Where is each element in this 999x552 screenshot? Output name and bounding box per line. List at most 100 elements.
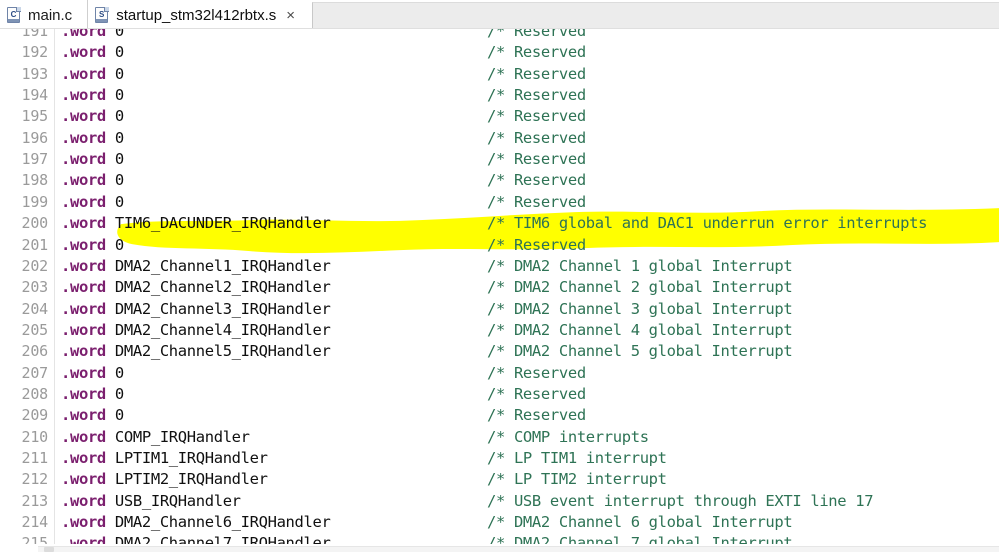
code-comment: /* DMA2 Channel 1 global Interrupt [487, 256, 793, 275]
assembler-directive: .word [61, 427, 106, 446]
code-comment: /* Reserved [487, 64, 586, 83]
code-comment: /* Reserved [487, 363, 586, 382]
code-comment: /* Reserved [487, 235, 586, 254]
editor-text-area[interactable]: 191 .word 0 /* Reserved 192 .word 0 /* Reserv… [0, 29, 999, 547]
code-text: .word TIM6_DACUNDER_IRQHandler [61, 213, 331, 234]
close-icon[interactable]: × [286, 8, 295, 23]
code-line[interactable]: 191 .word 0 /* Reserved [0, 29, 999, 42]
assembler-directive: .word [61, 86, 106, 105]
code-comment: /* Reserved [487, 150, 586, 169]
code-comment: /* Reserved [487, 107, 586, 126]
code-comment: /* LP TIM1 interrupt [487, 449, 667, 467]
line-number: 214 [21, 513, 49, 532]
code-comment: /* Reserved [487, 29, 586, 40]
code-line[interactable]: 212 .word LPTIM2_IRQHandler /* LP TIM2 int… [0, 469, 999, 490]
line-number: 208 [21, 384, 49, 403]
code-line[interactable]: 214 .word DMA2_Channel6_IRQHandler /* DMA2… [0, 512, 999, 533]
assembler-directive: .word [61, 235, 106, 254]
literal-value: 0 [114, 406, 124, 425]
assembler-directive: .word [61, 299, 106, 318]
handler-identifier: DMA2_Channel1_IRQHandler [114, 256, 331, 275]
code-line[interactable]: 197 .word 0 /* Reserved [0, 149, 999, 170]
code-text: .word DMA2_Channel2_IRQHandler [61, 277, 331, 298]
code-line[interactable]: 193 .word 0 /* Reserved [0, 64, 999, 85]
assembler-directive: .word [61, 171, 106, 190]
assembler-directive: .word [61, 150, 106, 169]
line-number: 195 [21, 107, 49, 126]
horizontal-scrollbar-track[interactable] [38, 546, 999, 552]
code-text: .word 0 [61, 235, 124, 256]
code-comment: /* LP TIM2 interrupt [487, 470, 667, 489]
tab-startup-stm32l412rbtx-s[interactable]: S startup_stm32l412rbtx.s × [88, 1, 304, 29]
code-comment: /* Reserved [487, 406, 586, 425]
handler-identifier: DMA2_Channel5_IRQHandler [114, 342, 331, 361]
code-comment: /* DMA2 Channel 5 global Interrupt [487, 342, 793, 361]
code-comment: /* Reserved [487, 192, 586, 211]
tab-separator [87, 0, 88, 28]
code-line[interactable]: 210 .word COMP_IRQHandler /* COMP interrup… [0, 427, 999, 448]
assembler-directive: .word [61, 384, 106, 403]
literal-value: 0 [114, 107, 124, 126]
code-line[interactable]: 194 .word 0 /* Reserved [0, 85, 999, 106]
code-line[interactable]: 195 .word 0 /* Reserved [0, 106, 999, 127]
code-line[interactable]: 192 .word 0 /* Reserved [0, 42, 999, 63]
line-number: 211 [21, 449, 49, 467]
line-number: 204 [21, 299, 49, 318]
code-line[interactable]: 201 .word 0 /* Reserved [0, 235, 999, 256]
code-line[interactable]: 205 .word DMA2_Channel4_IRQHandler /* DMA2… [0, 320, 999, 341]
code-text: .word 0 [61, 192, 124, 213]
horizontal-scrollbar-thumb[interactable] [44, 547, 54, 552]
code-line[interactable]: 198 .word 0 /* Reserved [0, 170, 999, 191]
assembler-directive: .word [61, 342, 106, 361]
code-text: .word 0 [61, 149, 124, 170]
code-line[interactable]: 203 .word DMA2_Channel2_IRQHandler /* DMA2… [0, 277, 999, 298]
file-icon-glyph: S [99, 10, 105, 19]
code-comment: /* DMA2 Channel 2 global Interrupt [487, 278, 793, 297]
line-number: 197 [21, 150, 49, 169]
code-text: .word DMA2_Channel1_IRQHandler [61, 256, 331, 277]
code-line[interactable]: 211 .word LPTIM1_IRQHandler /* LP TIM1 int… [0, 448, 999, 469]
tab-main-c[interactable]: C main.c [0, 1, 81, 29]
code-text: .word LPTIM2_IRQHandler [61, 469, 268, 490]
line-number: 198 [21, 171, 49, 190]
editor-bottom-edge [0, 544, 999, 552]
assembler-directive: .word [61, 491, 106, 510]
assembler-directive: .word [61, 192, 106, 211]
code-text: .word 0 [61, 42, 124, 63]
assembler-directive: .word [61, 406, 106, 425]
code-line[interactable]: 199 .word 0 /* Reserved [0, 192, 999, 213]
assembler-directive: .word [61, 470, 106, 489]
code-text: .word USB_IRQHandler [61, 491, 241, 512]
file-icon-glyph: C [10, 10, 17, 19]
code-text: .word 0 [61, 128, 124, 149]
line-number: 213 [21, 491, 49, 510]
code-line[interactable]: 208 .word 0 /* Reserved [0, 384, 999, 405]
literal-value: 0 [114, 128, 124, 147]
code-line[interactable]: 202 .word DMA2_Channel1_IRQHandler /* DMA2… [0, 256, 999, 277]
code-line[interactable]: 204 .word DMA2_Channel3_IRQHandler /* DMA2… [0, 299, 999, 320]
assembler-directive: .word [61, 278, 106, 297]
line-number: 201 [21, 235, 49, 254]
literal-value: 0 [114, 171, 124, 190]
code-line[interactable]: 200 .word TIM6_DACUNDER_IRQHandler /* TIM6… [0, 213, 999, 234]
code-text: .word 0 [61, 405, 124, 426]
assembler-directive: .word [61, 29, 106, 40]
c-source-file-icon: C [7, 7, 22, 23]
code-line[interactable]: 213 .word USB_IRQHandler /* USB event inte… [0, 491, 999, 512]
handler-identifier: TIM6_DACUNDER_IRQHandler [114, 214, 331, 233]
code-comment: /* DMA2 Channel 6 global Interrupt [487, 513, 793, 532]
code-comment: /* Reserved [487, 384, 586, 403]
assembly-source-file-icon: S [95, 7, 110, 23]
code-line[interactable]: 207 .word 0 /* Reserved [0, 363, 999, 384]
code-text: .word DMA2_Channel3_IRQHandler [61, 299, 331, 320]
code-line[interactable]: 209 .word 0 /* Reserved [0, 405, 999, 426]
code-line[interactable]: 196 .word 0 /* Reserved [0, 128, 999, 149]
assembler-directive: .word [61, 64, 106, 83]
assembler-directive: .word [61, 513, 106, 532]
code-line[interactable]: 206 .word DMA2_Channel5_IRQHandler /* DMA2… [0, 341, 999, 362]
line-number: 194 [21, 86, 49, 105]
assembler-directive: .word [61, 107, 106, 126]
code-comment: /* COMP interrupts [487, 427, 649, 446]
assembler-directive: .word [61, 43, 106, 62]
handler-identifier: COMP_IRQHandler [114, 427, 250, 446]
